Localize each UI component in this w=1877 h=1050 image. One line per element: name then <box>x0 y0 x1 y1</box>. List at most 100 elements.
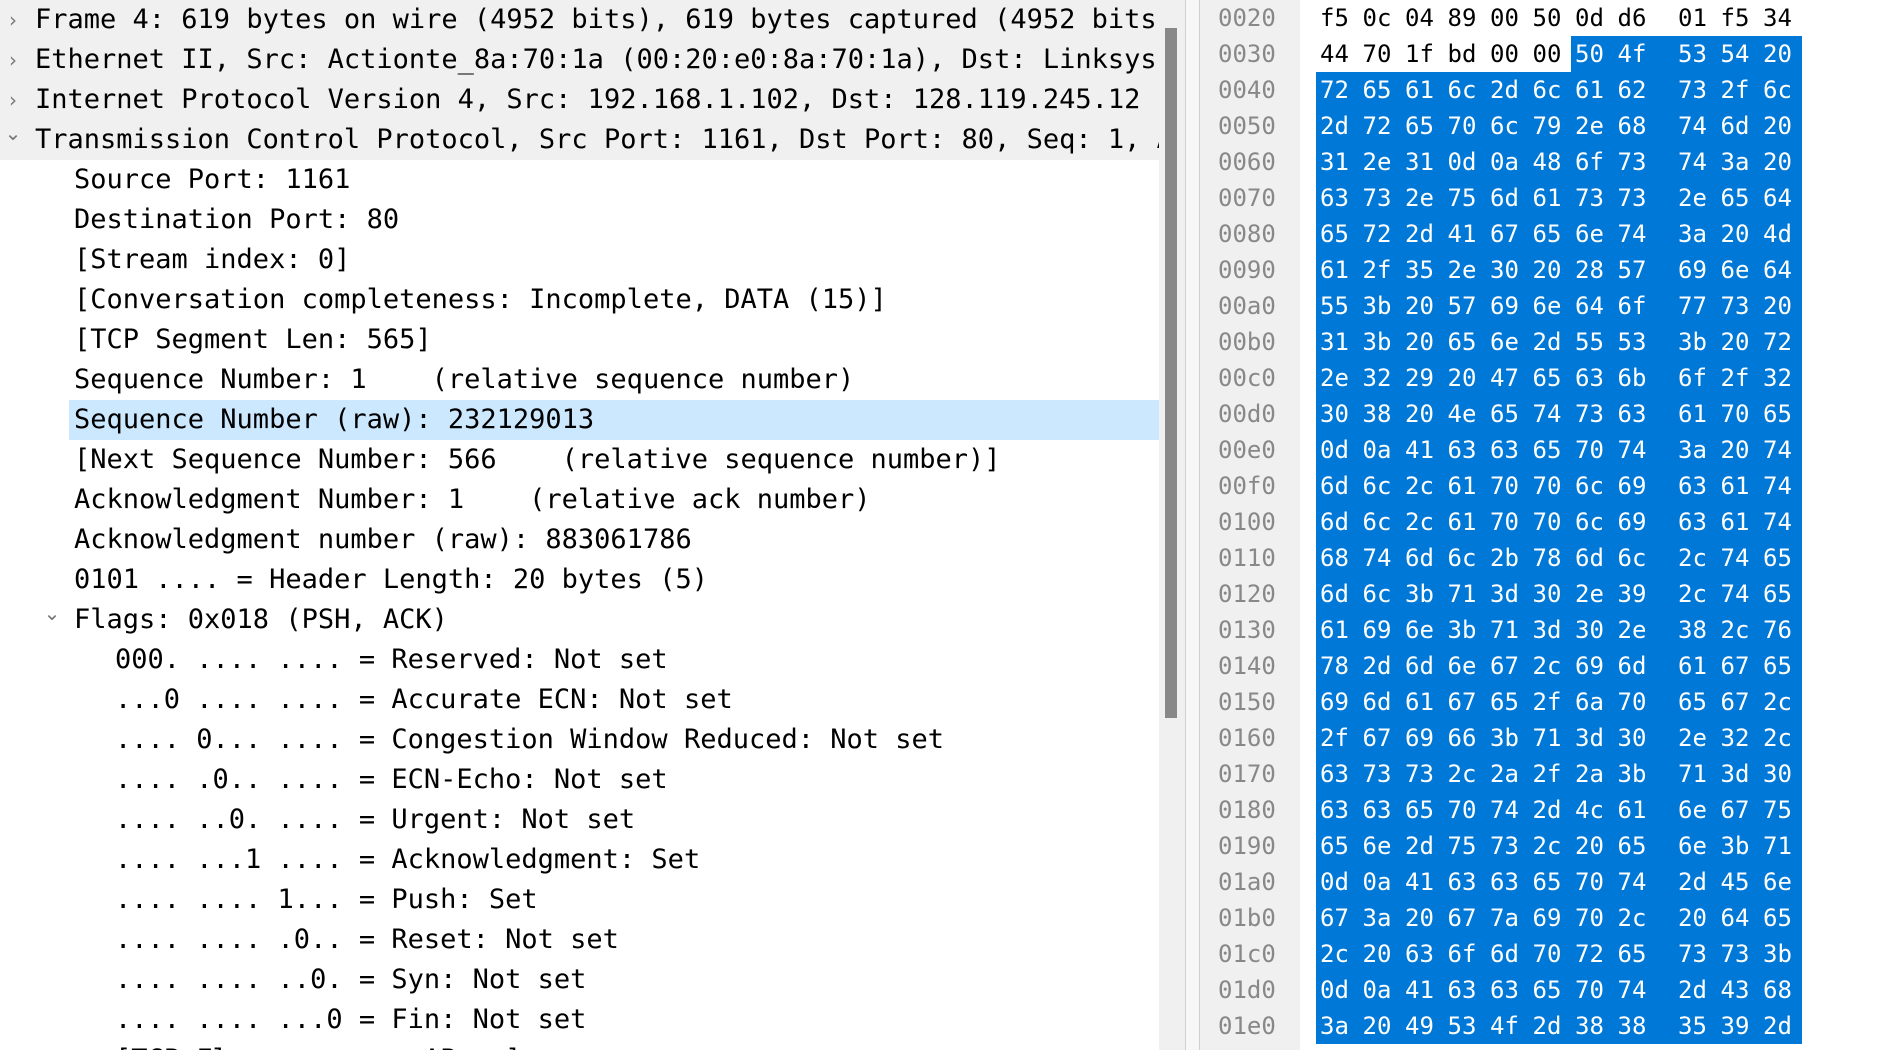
hex-byte[interactable]: 45 <box>1716 864 1759 900</box>
hex-byte[interactable]: 73 <box>1613 144 1656 180</box>
hex-byte[interactable]: 55 <box>1316 288 1359 324</box>
hex-byte[interactable]: 20 <box>1716 216 1759 252</box>
hex-byte[interactable]: 72 <box>1358 216 1401 252</box>
tree-item[interactable]: ⌄ Flags: 0x018 (PSH, ACK) <box>0 600 1159 640</box>
tree-item[interactable]: [TCP Segment Len: 565] <box>0 320 1159 360</box>
tree-item[interactable]: [Stream index: 0] <box>0 240 1159 280</box>
hex-byte[interactable]: 65 <box>1528 432 1571 468</box>
hex-byte[interactable]: 65 <box>1759 396 1802 432</box>
hex-byte[interactable]: 61 <box>1316 612 1359 648</box>
hex-byte[interactable]: 2d <box>1528 324 1571 360</box>
hex-byte[interactable]: 69 <box>1358 612 1401 648</box>
hex-byte[interactable]: 61 <box>1571 72 1614 108</box>
hex-byte[interactable]: 6a <box>1571 684 1614 720</box>
hex-byte[interactable]: bd <box>1444 36 1487 72</box>
hex-byte[interactable]: 20 <box>1759 108 1802 144</box>
hex-byte[interactable]: 69 <box>1571 648 1614 684</box>
hex-byte[interactable]: 73 <box>1358 180 1401 216</box>
tree-item-selected[interactable]: Sequence Number (raw): 232129013 <box>0 400 1159 440</box>
hex-byte[interactable]: 74 <box>1613 972 1656 1008</box>
hex-byte[interactable]: 65 <box>1759 540 1802 576</box>
hex-byte[interactable]: 3b <box>1486 720 1529 756</box>
hex-byte[interactable]: 6c <box>1358 576 1401 612</box>
hex-byte[interactable]: 38 <box>1656 612 1717 648</box>
hex-byte[interactable]: 72 <box>1316 72 1359 108</box>
hex-byte[interactable]: 73 <box>1716 936 1759 972</box>
hex-byte[interactable]: 63 <box>1486 864 1529 900</box>
hex-byte[interactable]: 69 <box>1528 900 1571 936</box>
hex-byte[interactable]: 2d <box>1401 216 1444 252</box>
hex-byte[interactable]: 68 <box>1759 972 1802 1008</box>
tree-item[interactable]: › Frame 4: 619 bytes on wire (4952 bits),… <box>0 0 1159 40</box>
hex-byte[interactable]: 71 <box>1528 720 1571 756</box>
hex-byte[interactable]: 61 <box>1656 396 1717 432</box>
hex-byte[interactable]: 75 <box>1443 828 1486 864</box>
hex-byte[interactable]: 20 <box>1656 900 1717 936</box>
hex-byte[interactable]: 65 <box>1759 576 1802 612</box>
tree-item[interactable]: ...0 .... .... = Accurate ECN: Not set <box>0 680 1159 720</box>
hex-byte[interactable]: 6d <box>1486 936 1529 972</box>
hex-byte[interactable]: 4c <box>1571 792 1614 828</box>
hex-byte[interactable]: 2e <box>1571 576 1614 612</box>
tree-item[interactable]: .... ...1 .... = Acknowledgment: Set <box>0 840 1159 880</box>
hex-byte[interactable]: 63 <box>1443 864 1486 900</box>
tree-item[interactable]: Acknowledgment Number: 1 (relative ack n… <box>0 480 1159 520</box>
hex-byte[interactable]: 53 <box>1613 324 1656 360</box>
hex-byte[interactable]: 73 <box>1358 756 1401 792</box>
tree-item[interactable]: .... .... 1... = Push: Set <box>0 880 1159 920</box>
hex-byte[interactable]: 65 <box>1528 972 1571 1008</box>
hex-byte[interactable]: 64 <box>1759 180 1802 216</box>
hex-byte[interactable]: 69 <box>1613 468 1656 504</box>
hex-byte[interactable]: 2a <box>1571 756 1614 792</box>
hex-byte[interactable]: 65 <box>1443 324 1486 360</box>
hex-byte[interactable]: 2b <box>1486 540 1529 576</box>
hex-byte[interactable]: 67 <box>1316 900 1359 936</box>
tree-item[interactable]: 000. .... .... = Reserved: Not set <box>0 640 1159 680</box>
hex-byte[interactable]: 6c <box>1571 504 1614 540</box>
hex-byte[interactable]: 0a <box>1358 864 1401 900</box>
hex-byte[interactable]: 2c <box>1528 648 1571 684</box>
hex-byte[interactable]: 65 <box>1486 684 1529 720</box>
hex-byte[interactable]: 6c <box>1358 468 1401 504</box>
hex-byte[interactable]: 48 <box>1528 144 1571 180</box>
hex-byte[interactable]: 61 <box>1716 504 1759 540</box>
hex-byte[interactable]: 30 <box>1486 252 1529 288</box>
hex-byte[interactable]: 6c <box>1443 540 1486 576</box>
hex-byte[interactable]: 61 <box>1716 468 1759 504</box>
hex-byte[interactable]: 53 <box>1443 1008 1486 1044</box>
hex-byte[interactable]: 6b <box>1613 360 1656 396</box>
hex-byte[interactable]: 20 <box>1571 828 1614 864</box>
hex-byte[interactable]: 2d <box>1316 108 1359 144</box>
hex-byte[interactable]: 68 <box>1316 540 1359 576</box>
hex-byte[interactable]: 3a <box>1316 1008 1359 1044</box>
hex-byte[interactable]: 69 <box>1316 684 1359 720</box>
hex-byte[interactable]: 2c <box>1443 756 1486 792</box>
hex-byte[interactable]: 2c <box>1401 468 1444 504</box>
hex-byte[interactable]: 6d <box>1486 180 1529 216</box>
hex-byte[interactable]: 41 <box>1401 432 1444 468</box>
hex-byte[interactable]: 49 <box>1401 1008 1444 1044</box>
hex-byte[interactable]: 38 <box>1613 1008 1656 1044</box>
hex-byte[interactable]: 65 <box>1528 216 1571 252</box>
hex-byte[interactable]: 0c <box>1359 0 1402 36</box>
hex-byte[interactable]: 3d <box>1571 720 1614 756</box>
hex-byte[interactable]: 6d <box>1571 540 1614 576</box>
hex-byte[interactable]: 6d <box>1401 540 1444 576</box>
hex-byte[interactable]: 75 <box>1443 180 1486 216</box>
tree-item[interactable]: .... 0... .... = Congestion Window Reduc… <box>0 720 1159 760</box>
tree-item[interactable]: Destination Port: 80 <box>0 200 1159 240</box>
tree-item[interactable]: 0101 .... = Header Length: 20 bytes (5) <box>0 560 1159 600</box>
hex-byte[interactable]: 74 <box>1656 108 1717 144</box>
hex-byte[interactable]: 71 <box>1486 612 1529 648</box>
packet-details-tree[interactable]: › Frame 4: 619 bytes on wire (4952 bits),… <box>0 0 1159 1050</box>
hex-byte[interactable]: 2d <box>1528 1008 1571 1044</box>
hex-byte[interactable]: 2e <box>1656 180 1717 216</box>
tree-item[interactable]: ⌄ Transmission Control Protocol, Src Port… <box>0 120 1159 160</box>
hex-byte[interactable]: 50 <box>1529 0 1572 36</box>
hex-byte[interactable]: 2d <box>1656 972 1717 1008</box>
hex-byte[interactable]: 67 <box>1443 900 1486 936</box>
hex-byte[interactable]: 74 <box>1358 540 1401 576</box>
hex-byte[interactable]: 2c <box>1613 900 1656 936</box>
hex-byte[interactable]: 2e <box>1443 252 1486 288</box>
hex-byte[interactable]: 20 <box>1716 324 1759 360</box>
